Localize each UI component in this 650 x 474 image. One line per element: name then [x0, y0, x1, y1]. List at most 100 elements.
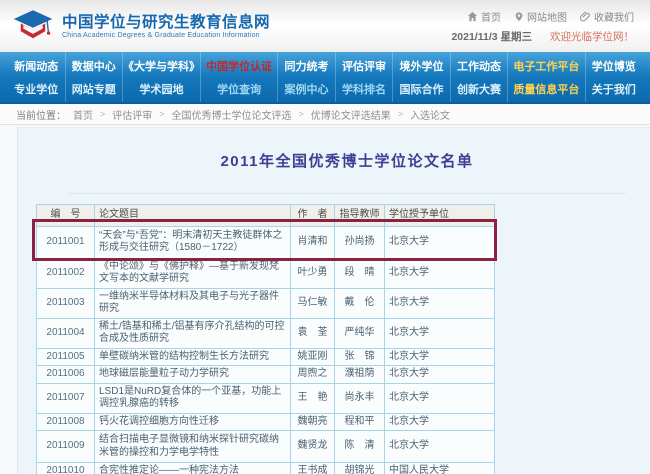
cell-advisor: 程和平 — [335, 413, 385, 431]
nav-item-case-center[interactable]: 案例中心 — [285, 81, 329, 97]
cell-author: 周煦之 — [291, 366, 335, 384]
breadcrumb-evaluation[interactable]: 评估评审 — [112, 107, 152, 122]
content-area: 2011年全国优秀博士学位论文名单 编 号 论文题目 作 者 指导教师 学位 — [0, 125, 650, 474]
nav-item-degree-expo[interactable]: 学位博览 — [592, 58, 636, 74]
breadcrumb-selection-results[interactable]: 优博论文评选结果 — [311, 107, 391, 122]
cell-institution: 中国人民大学 — [385, 463, 495, 474]
top-link-favorite[interactable]: 收藏我们 — [580, 9, 634, 24]
col-header-title: 论文题目 — [95, 205, 291, 227]
breadcrumb-outstanding-phd-thesis-selection[interactable]: 全国优秀博士学位论文评选 — [172, 107, 292, 122]
header-right: 首页 网站地图 收藏我们 2021/11/3 星期三 欢迎光临学位网！ — [451, 9, 634, 44]
cell-advisor: 段 晴 — [335, 258, 385, 288]
nav-item-professional-degree[interactable]: 专业学位 — [14, 81, 58, 97]
nav-group-data: 数据中心 网站专题 — [66, 52, 124, 102]
cell-institution: 北京大学 — [385, 366, 495, 384]
cell-advisor: 尚永丰 — [335, 383, 385, 413]
breadcrumb-label: 当前位置： — [16, 107, 66, 122]
cell-institution: 北京大学 — [385, 383, 495, 413]
table-row: 2011009 结合扫描电子显微镜和纳米探针研究碳纳米管的操控和力学电学特性 魏… — [37, 431, 495, 463]
nav-item-news[interactable]: 新闻动态 — [14, 58, 58, 74]
nav-item-site-topics[interactable]: 网站专题 — [72, 81, 116, 97]
nav-group-evaluation: 评估评审 学科排名 — [336, 52, 394, 102]
nav-item-university-discipline-journal[interactable]: 《大学与学科》 — [123, 58, 200, 74]
table-header-row: 编 号 论文题目 作 者 指导教师 学位授予单位 — [37, 205, 495, 227]
top-link-label: 收藏我们 — [594, 9, 634, 24]
cell-title: 结合扫描电子显微镜和纳米探针研究碳纳米管的操控和力学电学特性 — [95, 431, 291, 463]
map-pin-icon — [514, 11, 524, 22]
cell-id: 2011003 — [37, 288, 95, 318]
table-row: 2011002 《中论颂》与《佛护释》—基于新发现梵文写本的文献学研究 叶少勇 … — [37, 258, 495, 288]
breadcrumb-home[interactable]: 首页 — [73, 107, 93, 122]
cell-title: 地球磁层能量粒子动力学研究 — [95, 366, 291, 384]
nav-item-academic-garden[interactable]: 学术园地 — [140, 81, 184, 97]
nav-item-degree-query[interactable]: 学位查询 — [217, 81, 261, 97]
cell-title: 合宪性推定论——一种宪法方法 — [95, 463, 291, 474]
table-row: 2011003 一维纳米半导体材料及其电子与光子器件研究 马仁敏 戴 伦 北京大… — [37, 288, 495, 318]
cell-id: 2011004 — [37, 318, 95, 348]
breadcrumb-separator: > — [100, 109, 105, 119]
table-row: 2011008 钙火花调控细胞方向性迁移 魏朝亮 程和平 北京大学 — [37, 413, 495, 431]
nav-group-overseas: 境外学位 国际合作 — [393, 52, 451, 102]
cell-advisor: 孙尚扬 — [335, 226, 385, 258]
nav-item-evaluation-review[interactable]: 评估评审 — [342, 58, 386, 74]
cell-author: 马仁敏 — [291, 288, 335, 318]
cell-author: 魏贤龙 — [291, 431, 335, 463]
cell-advisor: 严纯华 — [335, 318, 385, 348]
col-header-institution: 学位授予单位 — [385, 205, 495, 227]
nav-item-discipline-ranking[interactable]: 学科排名 — [342, 81, 386, 97]
graduation-cap-icon — [12, 8, 54, 44]
nav-item-intl-cooperation[interactable]: 国际合作 — [400, 81, 444, 97]
breadcrumb: 当前位置： 首页 > 评估评审 > 全国优秀博士学位论文评选 > 优博论文评选结… — [0, 104, 650, 125]
cell-id: 2011007 — [37, 383, 95, 413]
welcome-text: 欢迎光临学位网！ — [550, 29, 634, 44]
nav-item-work-news[interactable]: 工作动态 — [457, 58, 501, 74]
table-row: 2011004 稀土/锆基和稀土/铝基有序介孔结构的可控合成及性质研究 袁 荃 … — [37, 318, 495, 348]
cell-title: 稀土/锆基和稀土/铝基有序介孔结构的可控合成及性质研究 — [95, 318, 291, 348]
nav-item-degree-authentication[interactable]: 中国学位认证 — [206, 58, 272, 74]
nav-item-quality-info-platform[interactable]: 质量信息平台 — [513, 81, 579, 97]
cell-id: 2011002 — [37, 258, 95, 288]
site-subtitle: China Academic Degrees & Graduate Educat… — [62, 32, 270, 39]
paperclip-icon — [580, 11, 591, 22]
nav-item-overseas-degree[interactable]: 境外学位 — [400, 58, 444, 74]
cell-author: 魏朝亮 — [291, 413, 335, 431]
home-icon — [467, 11, 478, 22]
breadcrumb-separator: > — [299, 109, 304, 119]
cell-author: 姚亚刚 — [291, 348, 335, 366]
cell-id: 2011009 — [37, 431, 95, 463]
nav-item-e-work-platform[interactable]: 电子工作平台 — [513, 58, 579, 74]
cell-title: LSD1是NuRD复合体的一个亚基，功能上调控乳腺癌的转移 — [95, 383, 291, 413]
cell-author: 王 艳 — [291, 383, 335, 413]
title-section: 2011年全国优秀博士学位论文名单 — [68, 128, 626, 194]
main-nav: 新闻动态 专业学位 数据中心 网站专题 《大学与学科》 学术园地 中国学位认证 … — [0, 52, 650, 104]
col-header-id: 编 号 — [37, 205, 95, 227]
nav-group-news: 新闻动态 专业学位 — [8, 52, 66, 102]
breadcrumb-separator: > — [398, 109, 403, 119]
top-links: 首页 网站地图 收藏我们 — [451, 9, 634, 24]
nav-item-tongli-exam[interactable]: 同力统考 — [285, 58, 329, 74]
site-title: 中国学位与研究生教育信息网 — [62, 14, 270, 32]
cell-title: 一维纳米半导体材料及其电子与光子器件研究 — [95, 288, 291, 318]
table-row: 2011007 LSD1是NuRD复合体的一个亚基，功能上调控乳腺癌的转移 王 … — [37, 383, 495, 413]
cell-author: 王书成 — [291, 463, 335, 474]
nav-group-platforms: 电子工作平台 质量信息平台 — [508, 52, 585, 102]
page: 中国学位与研究生教育信息网 China Academic Degrees & G… — [0, 0, 650, 474]
nav-item-about-us[interactable]: 关于我们 — [592, 81, 636, 97]
nav-group-authentication: 中国学位认证 学位查询 — [201, 52, 278, 102]
cell-title: 钙火花调控细胞方向性迁移 — [95, 413, 291, 431]
cell-author: 袁 荃 — [291, 318, 335, 348]
top-link-home[interactable]: 首页 — [467, 9, 501, 24]
nav-item-innovation-contest[interactable]: 创新大赛 — [457, 81, 501, 97]
top-link-sitemap[interactable]: 网站地图 — [514, 9, 567, 24]
page-title: 2011年全国优秀博士学位论文名单 — [220, 150, 473, 171]
cell-id: 2011001 — [37, 226, 95, 258]
cell-id: 2011006 — [37, 366, 95, 384]
cell-advisor: 濮祖荫 — [335, 366, 385, 384]
cell-institution: 北京大学 — [385, 258, 495, 288]
top-link-label: 首页 — [481, 9, 501, 24]
col-header-advisor: 指导教师 — [335, 205, 385, 227]
content-panel: 2011年全国优秀博士学位论文名单 编 号 论文题目 作 者 指导教师 学位 — [17, 127, 650, 474]
nav-item-data-center[interactable]: 数据中心 — [72, 58, 116, 74]
site-identity: 中国学位与研究生教育信息网 China Academic Degrees & G… — [62, 14, 270, 39]
cell-institution: 北京大学 — [385, 348, 495, 366]
